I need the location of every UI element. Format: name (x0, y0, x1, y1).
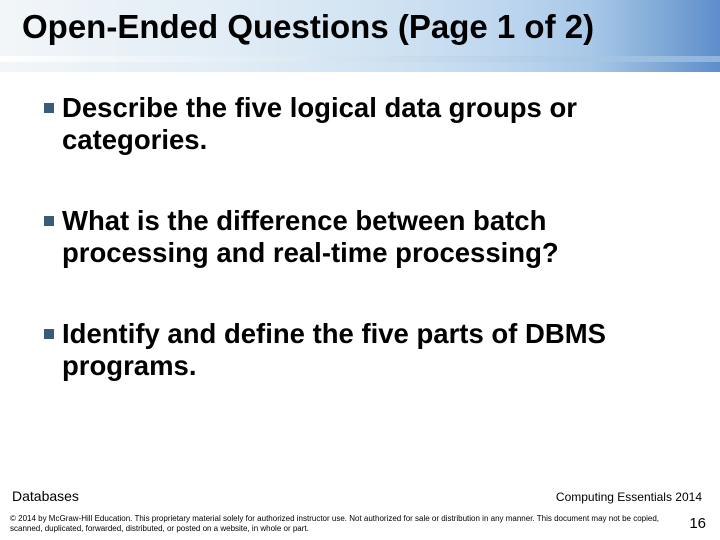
footer-right-label: Computing Essentials 2014 (556, 490, 702, 504)
question-text: Identify and define the five parts of DB… (62, 318, 686, 383)
page-number: 16 (689, 515, 706, 532)
footer-left-label: Databases (12, 488, 79, 504)
square-bullet-icon (44, 103, 54, 113)
content-body: Describe the five logical data groups or… (44, 92, 686, 431)
slide-title: Open-Ended Questions (Page 1 of 2) (22, 8, 594, 46)
square-bullet-icon (44, 216, 54, 226)
copyright-text: © 2014 by McGraw-Hill Education. This pr… (10, 514, 660, 534)
question-text: What is the difference between batch pro… (62, 205, 686, 270)
list-item: Identify and define the five parts of DB… (44, 318, 686, 383)
header-accent (0, 56, 720, 62)
list-item: Describe the five logical data groups or… (44, 92, 686, 157)
square-bullet-icon (44, 329, 54, 339)
question-text: Describe the five logical data groups or… (62, 92, 686, 157)
list-item: What is the difference between batch pro… (44, 205, 686, 270)
footer: Databases Computing Essentials 2014 © 20… (0, 482, 720, 540)
slide: Open-Ended Questions (Page 1 of 2) Descr… (0, 0, 720, 540)
